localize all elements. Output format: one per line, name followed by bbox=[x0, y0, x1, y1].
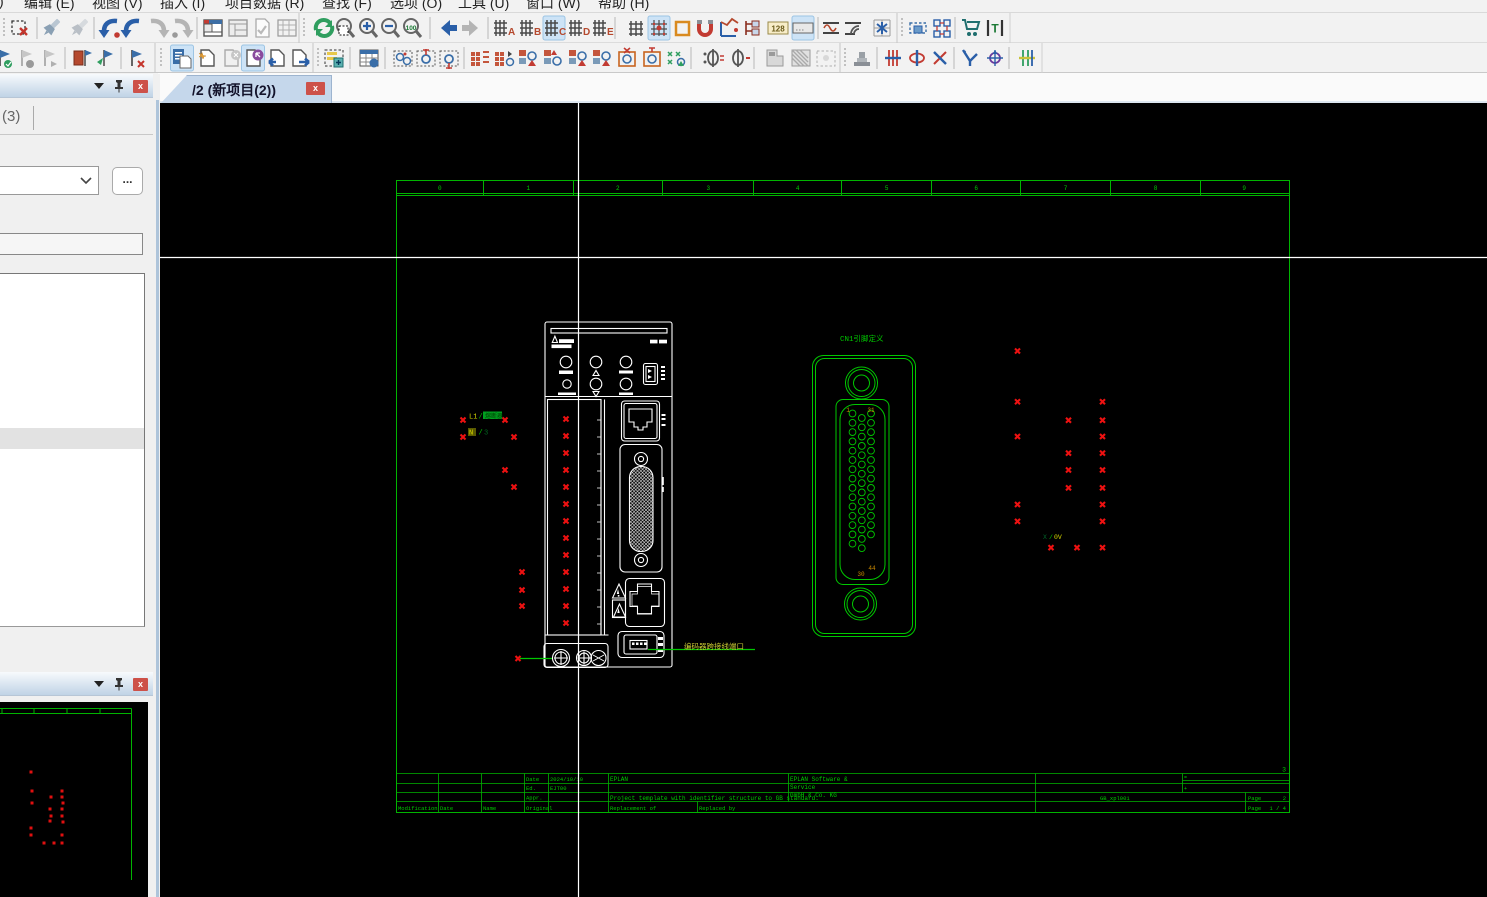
svg-text:Service: Service bbox=[790, 784, 816, 791]
svg-text:T: T bbox=[991, 22, 999, 36]
svg-text:EPLAN Software &: EPLAN Software & bbox=[790, 776, 848, 783]
svg-text:1: 1 bbox=[526, 185, 530, 192]
svg-text:8: 8 bbox=[1154, 185, 1158, 192]
svg-text:=: = bbox=[1184, 775, 1187, 781]
svg-text:EPLAN: EPLAN bbox=[610, 776, 628, 783]
svg-text:C: C bbox=[559, 27, 566, 38]
svg-text:Replacement of: Replacement of bbox=[610, 805, 656, 812]
svg-text:100: 100 bbox=[406, 25, 417, 32]
svg-text:+: + bbox=[1184, 786, 1187, 792]
svg-text:EJT00: EJT00 bbox=[550, 785, 567, 792]
svg-text:Replaced by: Replaced by bbox=[699, 805, 736, 812]
svg-text:2: 2 bbox=[1283, 795, 1286, 802]
svg-text:N: N bbox=[469, 430, 473, 438]
svg-text:1: 1 bbox=[846, 407, 850, 414]
svg-text:1 / 4: 1 / 4 bbox=[1269, 805, 1286, 812]
svg-text:0: 0 bbox=[438, 185, 442, 192]
svg-text:L1: L1 bbox=[469, 414, 477, 422]
svg-text:X: X bbox=[1043, 534, 1047, 541]
svg-text:4: 4 bbox=[796, 185, 800, 192]
svg-text:2: 2 bbox=[616, 185, 620, 192]
svg-text:Ed.: Ed. bbox=[526, 785, 536, 792]
svg-text:B: B bbox=[534, 27, 541, 38]
svg-text:Date: Date bbox=[526, 776, 539, 783]
svg-text:/: / bbox=[1049, 534, 1053, 541]
svg-text:E: E bbox=[607, 27, 614, 38]
svg-text:7: 7 bbox=[1064, 185, 1068, 192]
svg-text:A: A bbox=[508, 27, 515, 38]
svg-text:6: 6 bbox=[974, 185, 978, 192]
svg-text:9: 9 bbox=[1242, 185, 1246, 192]
svg-text:Name: Name bbox=[483, 805, 496, 812]
svg-text:128: 128 bbox=[771, 25, 785, 34]
svg-text:Appr.: Appr. bbox=[526, 795, 543, 802]
svg-text:3: 3 bbox=[706, 185, 710, 192]
svg-text:D: D bbox=[583, 27, 590, 38]
svg-text:GmbH & Co. KG: GmbH & Co. KG bbox=[790, 792, 837, 799]
svg-text:5: 5 bbox=[885, 185, 889, 192]
svg-text:3: 3 bbox=[484, 430, 488, 438]
svg-text:Original: Original bbox=[526, 805, 552, 812]
svg-text:44: 44 bbox=[868, 565, 876, 572]
svg-text:3: 3 bbox=[1282, 767, 1286, 774]
svg-text:Date: Date bbox=[440, 805, 453, 812]
svg-text:/: / bbox=[479, 430, 483, 438]
svg-text:Modification: Modification bbox=[398, 805, 438, 812]
svg-text:Page: Page bbox=[1248, 805, 1261, 812]
svg-text:30: 30 bbox=[857, 571, 865, 578]
svg-text:GB_xpl001: GB_xpl001 bbox=[1100, 795, 1130, 802]
svg-text:熔断器: 熔断器 bbox=[485, 412, 503, 420]
svg-text:/: / bbox=[479, 414, 483, 422]
svg-text:Page: Page bbox=[1248, 795, 1261, 802]
svg-text:Project template with identifi: Project template with identifier structu… bbox=[610, 795, 819, 802]
svg-text:0V: 0V bbox=[1054, 534, 1062, 541]
svg-text:31: 31 bbox=[867, 407, 875, 414]
